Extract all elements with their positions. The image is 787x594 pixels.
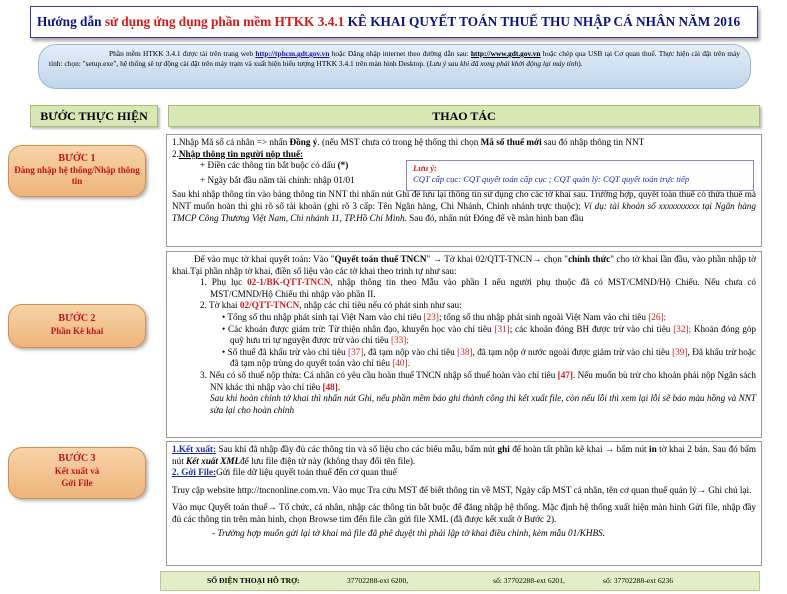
text: sau đó nhập thông tin NNT (541, 137, 645, 147)
text: để hoàn tất phần kê khai → bấm nút (509, 444, 650, 454)
text: 2. (172, 148, 179, 159)
text: để lưu file điện tử này (không thay đổi … (240, 455, 416, 466)
intro-link-1[interactable]: http://tphcm.gdt.gov.vn (255, 49, 329, 58)
step-3-lookup: Truy cập website http://tncnonline.com.v… (172, 484, 752, 495)
step-3-title: BƯỚC 3 (58, 453, 96, 464)
step-3-export: 1.Kết xuất: Sau khi đã nhập đầy đủ các t… (172, 444, 756, 467)
text: [33]; (391, 335, 409, 346)
text: in (649, 444, 657, 454)
title-part2: sử dụng ứng dụng phần mềm HTKK 3.4.1 (104, 14, 345, 29)
support-number-3: số: 37702288-ext 6236 (603, 576, 674, 585)
text: ; tổng số thu nhập phát sinh ngoài Việt … (438, 311, 649, 322)
text: [26]; (648, 311, 667, 322)
page-title: Hướng dẫn sử dụng ứng dụng phần mềm HTKK… (30, 6, 758, 38)
step-2-badge: BƯỚC 2 Phần Kê khai (8, 304, 146, 348)
text: ; các khoản đóng BH được trừ vào chỉ tiê… (509, 323, 674, 334)
step-1-badge: BƯỚC 1 Đăng nhập hệ thống/Nhập thông tin (8, 145, 146, 197)
text: Đồng ý (289, 137, 318, 147)
step-1-line-2: 2.Nhập thông tin người nộp thuế: (172, 149, 756, 161)
text: [40]. (392, 358, 410, 369)
step-3-send: 2. Gởi File:Gửi file dữ liệu quyết toán … (172, 467, 756, 479)
header-steps: BƯỚC THỰC HIỆN (30, 105, 158, 127)
text: 1. Phụ lục (200, 277, 248, 288)
step-2-title: BƯỚC 2 (58, 313, 96, 324)
step-1-title: BƯỚC 1 (58, 153, 96, 164)
text: Để vào mục tờ khai quyết toán: Vào " (194, 254, 335, 264)
text: Số thuế đã khấu trừ vào chỉ tiêu (227, 346, 349, 357)
note-text: CQT cấp cục: CQT quyết toán cấp cục ; CQ… (413, 174, 690, 184)
text: " → Tờ khai 02/QTT-TNCN→ chọn " (426, 254, 569, 264)
support-label: SỐ ĐIỆN THOẠI HỖ TRỢ: (207, 576, 300, 585)
step-2-item-1: 1. Phụ lục 02-1/BK-QTT-TNCN, nhập thông … (172, 277, 756, 300)
step-3-content: 1.Kết xuất: Sau khi đã nhập đầy đủ các t… (166, 441, 762, 566)
intro-text-2: hoặc Đăng nhập internet theo đường dẫn s… (329, 49, 471, 58)
intro-note: Lưu ý sau khi đã xong phải khởi động lại… (429, 59, 579, 68)
step-2-sub-3: • Số thuế đã khấu trừ vào chỉ tiêu [37],… (222, 346, 757, 369)
text: (*) (337, 160, 349, 171)
step-3-resend-note: - Trường hợp muốn gửi lại tờ khai mà fil… (212, 527, 606, 538)
text: 1.Nhập Mã số cá nhân => nhấn (172, 137, 290, 147)
text: + Điền các thông tin bắt buộc có dấu (200, 160, 338, 171)
text: Quyết toán thuế TNCN (334, 254, 427, 264)
support-phone-bar: SỐ ĐIỆN THOẠI HỖ TRỢ: 37702288-ext 6200,… (160, 571, 760, 591)
text: Mã số thuế mới (480, 137, 542, 147)
step-3-subtitle: Kết xuất và Gởi File (54, 466, 100, 488)
text: 2. Tờ khai (200, 300, 240, 311)
step-2-closing: Sau khi hoàn chỉnh tờ khai thì nhấn nút … (210, 393, 756, 415)
text: [47] (557, 369, 573, 380)
header-actions: THAO TÁC (168, 105, 760, 127)
title-part1: Hướng dẫn (37, 14, 105, 29)
text: . (337, 381, 341, 392)
intro-text-5: ). (578, 59, 583, 68)
intro-box: Phần mềm HTKK 3.4.1 được tải trên trang … (38, 44, 751, 89)
text: [31] (494, 323, 510, 334)
text: Các khoản được giảm trừ: Từ thiện nhân đ… (228, 323, 495, 334)
text: Tổng số thu nhập phát sinh tại Việt Nam … (227, 311, 424, 322)
text: . Sau đó, nhấn nút Đóng để về màn hình b… (404, 212, 584, 223)
step-1-paragraph: Sau khi nhập thông tin vào bảng thông ti… (172, 189, 756, 224)
text: 1.Kết xuất: (172, 444, 217, 454)
step-2-subtitle: Phần Kê khai (50, 326, 104, 336)
text: Kết xuất XML (186, 455, 241, 466)
step-2-item-3: 3. Nếu có số thuế nộp thừa: Cá nhân có y… (172, 370, 756, 393)
step-2-sub-2: • Các khoản được giảm trừ: Từ thiện nhân… (222, 323, 757, 346)
step-3-submit: Vào mục Quyết toán thuế→ Tổ chức, cá nhâ… (172, 502, 756, 524)
text: Gửi file dữ liệu quyết toán thuế đến cơ … (216, 467, 397, 478)
support-number-2: số: 37702288-ext 6201, (493, 576, 565, 585)
text: Sau khi đã nhập đầy đủ các thông tin và … (216, 444, 498, 454)
step-1-subtitle: Đăng nhập hệ thống/Nhập thông tin (14, 165, 140, 186)
text: Nhập thông tin người nộp thuế: (178, 148, 304, 159)
step-3-badge: BƯỚC 3 Kết xuất và Gởi File (8, 447, 146, 499)
text: [48] (322, 381, 338, 392)
text: ghi (497, 444, 510, 454)
text: 3. Nếu có số thuế nộp thừa: Cá nhân có y… (200, 369, 558, 380)
text: [39] (672, 346, 688, 357)
text: [23] (423, 311, 439, 322)
text: 02/QTT-TNCN (239, 300, 300, 311)
step-2-intro: Để vào mục tờ khai quyết toán: Vào "Quyế… (172, 254, 756, 277)
text: , nhập các chỉ tiêu nếu có phát sinh như… (299, 300, 462, 311)
step-2-sub-1: • Tổng số thu nhập phát sinh tại Việt Na… (222, 311, 667, 322)
text: , đã tạm nộp vào chỉ tiêu (363, 346, 458, 357)
text: , đã tạm nộp ở nước ngoài được giảm trừ … (472, 346, 673, 357)
step-1-note: Lưu ý: CQT cấp cục: CQT quyết toán cấp c… (406, 160, 754, 191)
text: 02-1/BK-QTT-TNCN (247, 277, 331, 288)
support-number-1: 37702288-ext 6200, (347, 576, 409, 585)
text: chính thức (568, 254, 611, 264)
text: 2. Gởi File: (172, 467, 217, 478)
text: [37] (348, 346, 364, 357)
text: . (nếu MST chưa có trong hệ thống thì ch… (317, 137, 481, 147)
step-2-item-2: 2. Tờ khai 02/QTT-TNCN, nhập các chỉ tiê… (172, 300, 756, 312)
text: [32]; (673, 323, 692, 334)
step-2-content: Để vào mục tờ khai quyết toán: Vào "Quyế… (166, 251, 762, 438)
text: [38] (457, 346, 473, 357)
note-title: Lưu ý: (413, 163, 438, 173)
step-1-line-1: 1.Nhập Mã số cá nhân => nhấn Đồng ý. (nế… (172, 137, 756, 149)
intro-text-1: Phần mềm HTKK 3.4.1 được tải trên trang … (109, 49, 256, 58)
intro-link-2[interactable]: http://www.gdt.gov.vn (471, 49, 541, 58)
title-part3: KÊ KHAI QUYẾT TOÁN THUẾ THU NHẬP CÁ NHÂN… (344, 14, 741, 29)
